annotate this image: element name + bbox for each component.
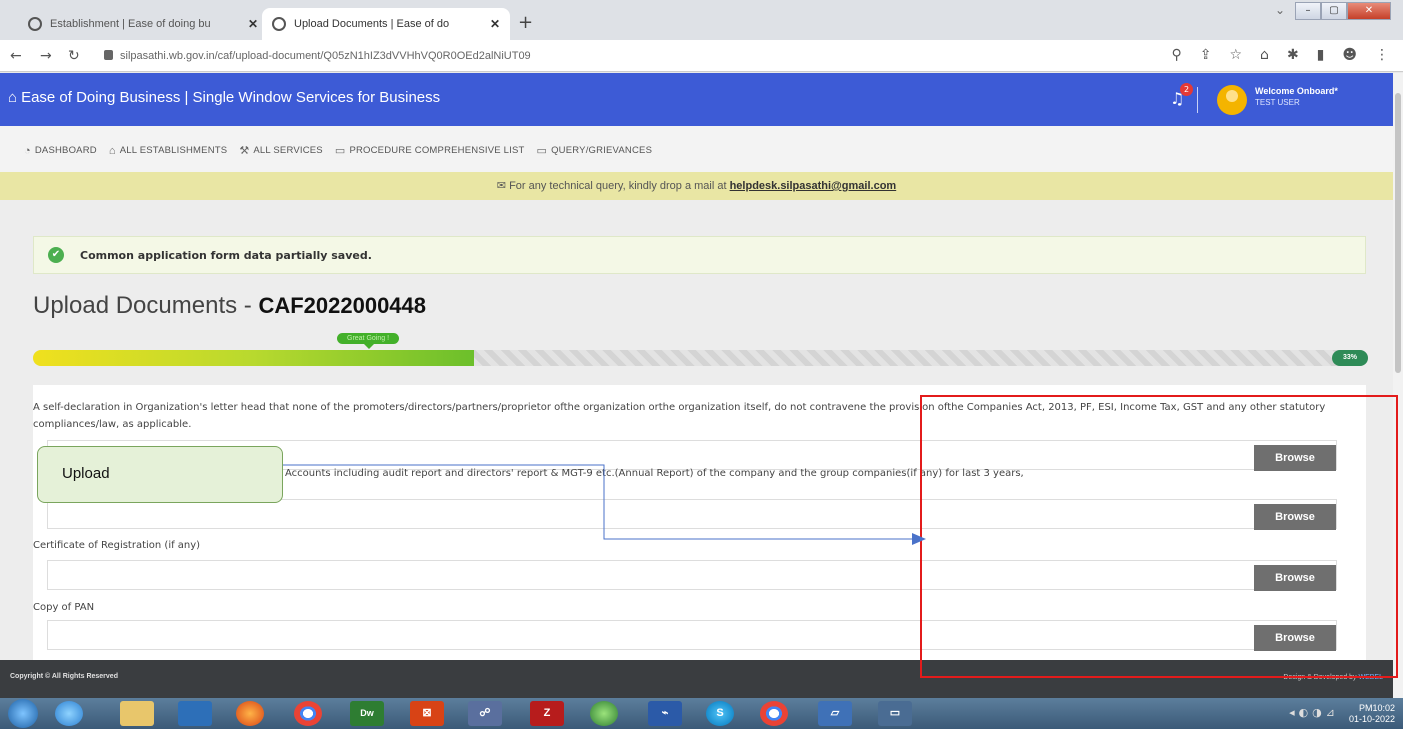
annotation-arrow bbox=[283, 464, 926, 545]
upload-callout: Upload bbox=[37, 446, 283, 503]
